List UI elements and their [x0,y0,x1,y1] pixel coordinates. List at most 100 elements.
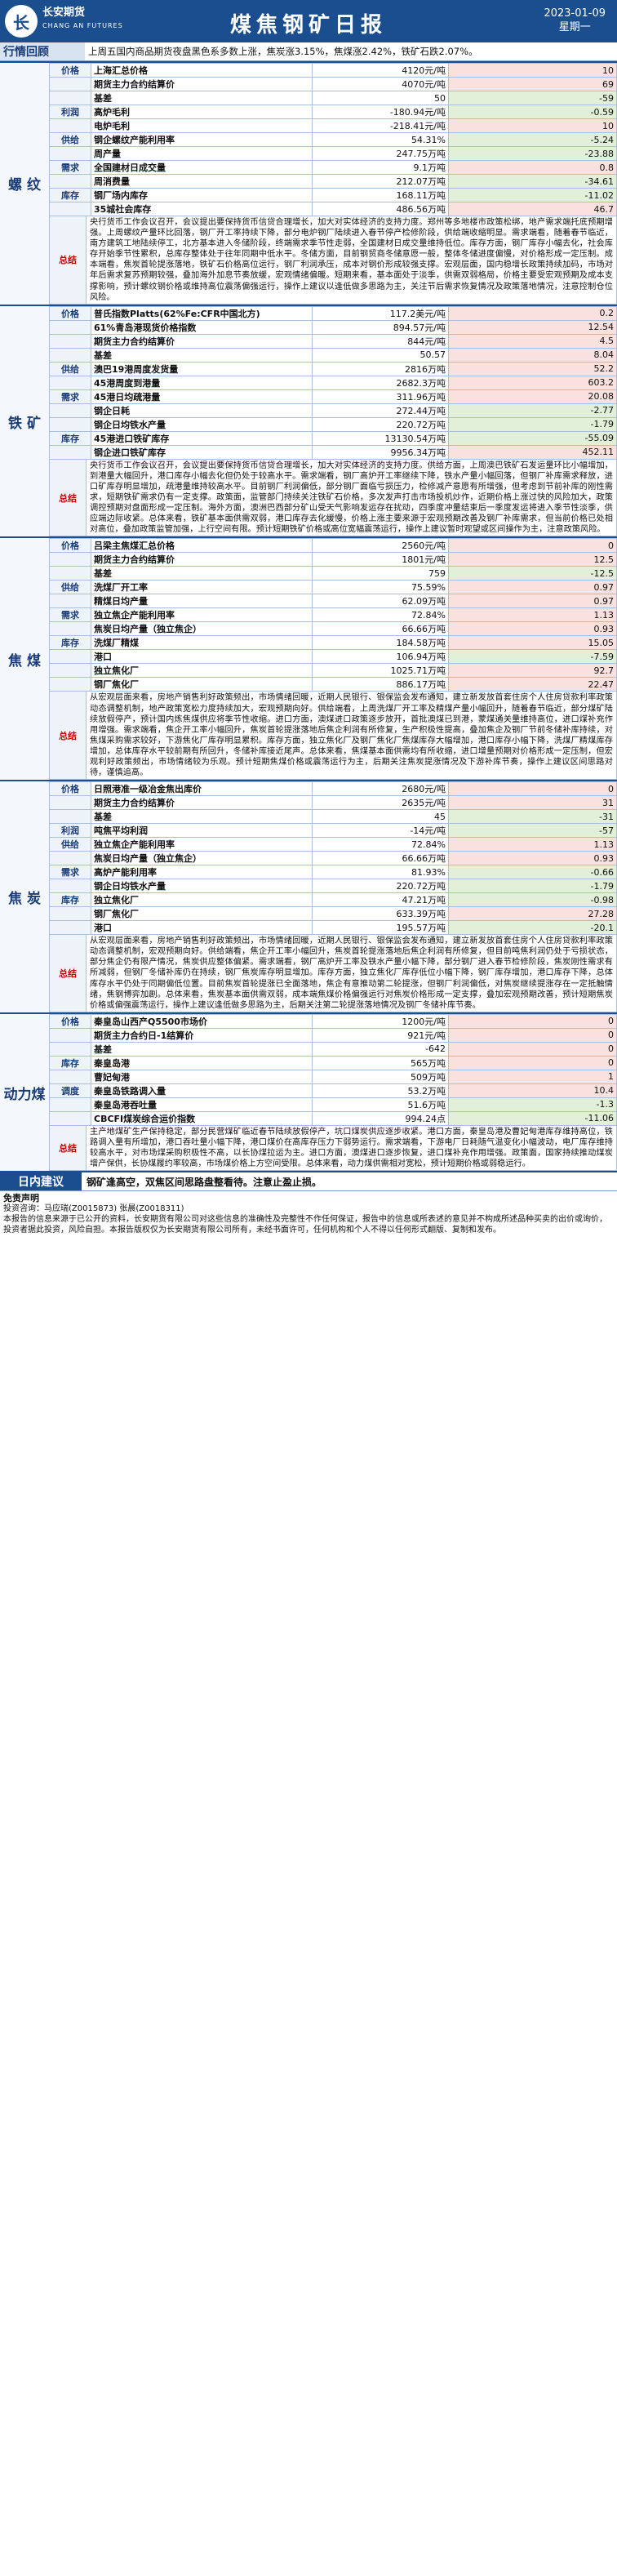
indicator-change: -57 [448,823,617,839]
indicator-change: -0.59 [448,105,617,119]
indicator-name: 高炉毛利 [91,105,313,119]
table-row: CBCFI煤炭综合运价指数 994.24点 -11.06 [49,1110,617,1126]
indicator-name: 45港进口铁矿库存 [91,430,313,446]
section-body: 价格 日照港准一级冶金焦出库价 2680元/吨 0 期货主力合约结算价 2635元/吨 31… [49,781,617,1012]
indicator-name: 独立焦化厂 [91,663,313,678]
indicator-name: 钢厂场内库存 [91,188,313,202]
table-row: 港口 106.94万吨 -7.59 [49,649,617,665]
category-cell: 库存 [49,430,91,446]
indicator-name: 钢企进口铁矿库存 [91,444,313,460]
indicator-name: 焦炭日均产量（独立焦企） [91,621,313,637]
table-row: 期货主力合约结算价 2635元/吨 31 [49,795,617,811]
summary-text: 央行货币工作会议召开，会议提出要保持货币信贷合理增长，加大对实体经济的支持力度。… [90,218,613,302]
indicator-change: -1.79 [448,879,617,894]
indicator-value: 9.1万吨 [312,160,449,175]
category-cell: 供给 [49,361,91,376]
indicator-table: 价格 日照港准一级冶金焦出库价 2680元/吨 0 期货主力合约结算价 2635元/吨 31… [49,781,617,936]
table-row: 基差 50.57 8.04 [49,347,617,363]
report-title: 煤焦钢矿日报 [229,13,387,38]
table-row: 基差 -642 0 [49,1041,617,1057]
indicator-change: -5.24 [448,132,617,147]
section-body: 价格 普氏指数Platts(62%Fe:CFR中国北方) 117.2美元/吨 0.2 6… [49,305,617,537]
table-row: 需求 45港日均疏港量 311.96万吨 20.08 [49,389,617,404]
indicator-value: 886.17万吨 [312,677,449,692]
indicator-value: 50.57 [312,347,449,363]
indicator-name: 高炉产能利用率 [91,865,313,880]
indicator-value: 184.58万吨 [312,635,449,651]
indicator-value: 66.66万吨 [312,621,449,637]
indicator-change: 8.04 [448,347,617,363]
indicator-value: 81.93% [312,865,449,880]
section-name: 螺 纹 [0,63,49,305]
indicator-value: 921元/吨 [312,1027,449,1043]
summary-label: 总结 [50,935,87,1012]
indicator-value: 220.72万吨 [312,416,449,432]
indicator-name: 钢企日均铁水产量 [91,879,313,894]
indicator-change: 46.7 [448,202,617,216]
category-cell: 需求 [49,607,91,623]
table-row: 钢企日耗 272.44万吨 -2.77 [49,403,617,418]
indicator-change: 22.47 [448,677,617,692]
category-cell [49,677,91,692]
indicator-value: 486.56万吨 [312,202,449,216]
table-row: 基差 45 -31 [49,809,617,825]
indicator-value: 51.6万吨 [312,1097,449,1112]
indicator-name: 钢企日均铁水产量 [91,416,313,432]
category-cell: 价格 [49,1013,91,1029]
indicator-change: 0 [448,1055,617,1070]
indicator-value: -218.41元/吨 [312,118,449,133]
date-text: 2023-01-09 [544,7,606,20]
indicator-value: -14元/吨 [312,823,449,839]
table-row: 价格 普氏指数Platts(62%Fe:CFR中国北方) 117.2美元/吨 0.2 [49,305,617,321]
indicator-change: -12.5 [448,566,617,581]
section: 螺 纹价格 上海汇总价格 4120元/吨 10 期货主力合约结算价 4070元/吨 69 基差… [0,61,617,305]
indicator-value: 2680元/吨 [312,781,449,797]
table-row: 库存 洗煤厂精煤 184.58万吨 15.05 [49,635,617,651]
indicator-value: 9956.34万吨 [312,444,449,460]
summary-block: 总结 从宏观层面来看，房地产销售利好政策频出，市场情绪回暖，近期人民银行、银保监会… [49,935,617,1012]
indicator-table: 价格 秦皇岛山西产Q5500市场价 1200元/吨 0 期货主力合约日-1结算价 921元… [49,1013,617,1126]
summary-label: 总结 [50,692,87,780]
indicator-name: 周消费量 [91,174,313,189]
indicator-change: 0 [448,781,617,797]
category-cell [49,879,91,894]
indicator-change: -2.77 [448,403,617,418]
table-row: 价格 秦皇岛山西产Q5500市场价 1200元/吨 0 [49,1013,617,1029]
indicator-change: 0.97 [448,594,617,609]
category-cell [49,202,91,216]
indicator-value: 311.96万吨 [312,389,449,404]
category-cell [49,566,91,581]
indicator-change: -23.88 [448,146,617,161]
summary-label: 总结 [50,459,87,536]
indicator-change: 1 [448,1069,617,1084]
category-cell [49,809,91,825]
table-row: 精煤日均产量 62.09万吨 0.97 [49,594,617,609]
indicator-change: 0.97 [448,580,617,595]
indicator-name: 秦皇岛港吞吐量 [91,1097,313,1112]
indicator-name: 45港日均疏港量 [91,389,313,404]
indicator-value: 2635元/吨 [312,795,449,811]
summary-text: 央行货币工作会议召开，会议提出要保持货币信贷合理增长，加大对实体经济的支持力度。… [90,460,613,535]
indicator-change: -7.59 [448,649,617,665]
indicator-change: 27.28 [448,906,617,922]
table-row: 需求 全国建材日成交量 9.1万吨 0.8 [49,160,617,175]
indicator-value: 844元/吨 [312,333,449,349]
category-cell: 利润 [49,823,91,839]
table-row: 利润 高炉毛利 -180.94元/吨 -0.59 [49,105,617,119]
category-cell: 供给 [49,837,91,852]
advice-text: 钢矿逢高空，双焦区间思路盘整看待。注意止盈止损。 [87,1176,322,1188]
section-name: 焦 煤 [0,538,49,781]
indicator-value: 272.44万吨 [312,403,449,418]
category-cell [49,1027,91,1043]
category-cell [49,594,91,609]
table-row: 库存 钢厂场内库存 168.11万吨 -11.02 [49,188,617,202]
indicator-name: 钢厂焦化厂 [91,906,313,922]
indicator-name: 期货主力合约结算价 [91,333,313,349]
report-date: 2023-01-09 星期一 [544,7,606,34]
table-row: 价格 上海汇总价格 4120元/吨 10 [49,63,617,78]
indicator-name: 秦皇岛港 [91,1055,313,1070]
indicator-value: 72.84% [312,607,449,623]
indicator-change: 0 [448,1041,617,1057]
indicator-table: 价格 普氏指数Platts(62%Fe:CFR中国北方) 117.2美元/吨 0.2 6… [49,305,617,460]
table-row: 基差 50 -59 [49,91,617,105]
